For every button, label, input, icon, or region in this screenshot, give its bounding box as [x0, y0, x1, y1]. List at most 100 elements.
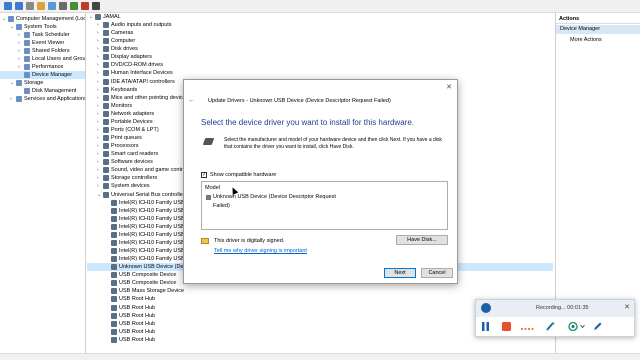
node-icon: [111, 280, 117, 287]
expand-chevron-icon[interactable]: ›: [97, 166, 99, 174]
dialog-title: Update Drivers - Unknown USB Device (Dev…: [208, 98, 391, 104]
collapse-chevron-icon[interactable]: ⌄: [10, 23, 14, 31]
expand-chevron-icon[interactable]: ›: [18, 39, 20, 47]
actions-device-manager[interactable]: Device Manager: [556, 25, 640, 34]
expand-chevron-icon[interactable]: ›: [97, 182, 99, 190]
have-disk-button[interactable]: Have Disk...: [396, 235, 448, 245]
node-icon: [111, 231, 117, 238]
back-arrow-icon[interactable]: ←: [188, 97, 195, 104]
up-icon[interactable]: [26, 2, 34, 10]
expand-chevron-icon[interactable]: ›: [18, 31, 20, 39]
console-tree-row[interactable]: ⌄ System Tools: [0, 23, 85, 31]
expand-chevron-icon[interactable]: ›: [97, 110, 99, 118]
next-button[interactable]: Next: [384, 268, 416, 278]
expand-chevron-icon[interactable]: ›: [97, 37, 99, 45]
node-icon: [103, 102, 109, 109]
signed-driver-icon: [201, 238, 209, 244]
expand-chevron-icon[interactable]: ›: [10, 95, 12, 103]
device-tree-row[interactable]: ⌄ JAMAL: [87, 13, 553, 21]
expand-chevron-icon[interactable]: ›: [97, 45, 99, 53]
expand-chevron-icon[interactable]: ›: [97, 142, 99, 150]
device-tree-row[interactable]: › Human Interface Devices: [87, 69, 553, 77]
properties-icon[interactable]: [37, 2, 45, 10]
console-tree-label: Device Manager: [32, 72, 73, 78]
expand-chevron-icon[interactable]: ›: [97, 21, 99, 29]
node-icon: [16, 24, 22, 30]
more-actions-link[interactable]: More Actions: [570, 36, 602, 45]
collapse-chevron-icon[interactable]: ⌄: [10, 79, 14, 87]
cancel-button[interactable]: Cancel: [421, 268, 453, 278]
expand-chevron-icon[interactable]: ›: [97, 94, 99, 102]
show-compatible-checkbox[interactable]: ✓: [201, 172, 207, 178]
console-tree-label: Performance: [32, 64, 64, 70]
device-tree-row[interactable]: USB Mass Storage Device: [87, 287, 553, 295]
webcam-icon[interactable]: [568, 321, 578, 332]
expand-chevron-icon[interactable]: ›: [18, 63, 20, 71]
update-drivers-dialog: ✕ ← Update Drivers - Unknown USB Device …: [183, 79, 458, 284]
expand-chevron-icon[interactable]: ›: [97, 78, 99, 86]
device-tree-row[interactable]: › DVD/CD-ROM drives: [87, 61, 553, 69]
back-icon[interactable]: [4, 2, 12, 10]
device-tree-label: Software devices: [111, 159, 153, 166]
pause-icon[interactable]: [482, 322, 489, 331]
expand-chevron-icon[interactable]: ›: [97, 86, 99, 94]
node-icon: [103, 86, 109, 93]
uninstall-icon[interactable]: [81, 2, 89, 10]
draw-icon[interactable]: [546, 322, 555, 331]
console-tree-row[interactable]: › Shared Folders: [0, 47, 85, 55]
mmc-toolbar: [0, 0, 640, 13]
expand-chevron-icon[interactable]: ›: [97, 53, 99, 61]
node-icon: [111, 328, 117, 335]
console-tree-row[interactable]: ⌄ Storage: [0, 79, 85, 87]
expand-chevron-icon[interactable]: ›: [97, 69, 99, 77]
expand-chevron-icon[interactable]: ›: [97, 158, 99, 166]
scan-icon[interactable]: [59, 2, 67, 10]
device-tree-row[interactable]: › Display adapters: [87, 53, 553, 61]
chevron-down-icon[interactable]: [580, 322, 585, 331]
collapse-chevron-icon[interactable]: ⌄: [89, 13, 93, 21]
stop-icon[interactable]: [502, 322, 511, 331]
expand-chevron-icon[interactable]: ›: [18, 47, 20, 55]
console-tree-row[interactable]: › Event Viewer: [0, 39, 85, 47]
console-tree-row[interactable]: › Task Scheduler: [0, 31, 85, 39]
expand-chevron-icon[interactable]: ›: [97, 61, 99, 69]
disable-icon[interactable]: [92, 2, 100, 10]
device-tree-row[interactable]: › Cameras: [87, 29, 553, 37]
close-icon[interactable]: ✕: [624, 303, 630, 311]
model-listbox[interactable]: Model Unknown USB Device (Device Descrip…: [201, 181, 448, 230]
expand-chevron-icon[interactable]: ›: [97, 102, 99, 110]
expand-chevron-icon[interactable]: ›: [97, 174, 99, 182]
console-tree-row[interactable]: Disk Management: [0, 87, 85, 95]
device-tree-label: Audio inputs and outputs: [111, 22, 172, 29]
forward-icon[interactable]: [15, 2, 23, 10]
update-icon[interactable]: [70, 2, 78, 10]
expand-chevron-icon[interactable]: ›: [97, 29, 99, 37]
help-icon[interactable]: [48, 2, 56, 10]
device-tree-row[interactable]: › Disk drives: [87, 45, 553, 53]
expand-chevron-icon[interactable]: ›: [97, 150, 99, 158]
device-tree-row[interactable]: › Audio inputs and outputs: [87, 21, 553, 29]
expand-chevron-icon[interactable]: ›: [97, 126, 99, 134]
driver-signing-link[interactable]: Tell me why driver signing is important: [214, 248, 307, 254]
show-compatible-label[interactable]: Show compatible hardware: [210, 172, 276, 178]
device-tree-label: Monitors: [111, 102, 133, 109]
console-tree-row[interactable]: Device Manager: [0, 71, 85, 79]
pen-icon[interactable]: [593, 322, 602, 331]
console-tree-row[interactable]: › Services and Applications: [0, 95, 85, 103]
collapse-chevron-icon[interactable]: ⌄: [97, 191, 101, 199]
console-tree-row[interactable]: ⌄ Computer Management (Local: [0, 15, 85, 23]
close-icon[interactable]: ✕: [446, 83, 452, 91]
console-tree-row[interactable]: › Performance: [0, 63, 85, 71]
device-tree-label: Universal Serial Bus controllers: [111, 191, 188, 198]
expand-chevron-icon[interactable]: ›: [97, 134, 99, 142]
console-tree-row[interactable]: › Local Users and Groups: [0, 55, 85, 63]
more-dots-icon[interactable]: [521, 322, 535, 331]
device-tree-row[interactable]: › Computer: [87, 37, 553, 45]
device-tree-label: Human Interface Devices: [111, 70, 173, 77]
expand-chevron-icon[interactable]: ›: [18, 55, 20, 63]
expand-chevron-icon[interactable]: ›: [97, 118, 99, 126]
model-list-item[interactable]: Unknown USB Device (Device Descriptor Re…: [204, 193, 354, 209]
collapse-chevron-icon[interactable]: ⌄: [2, 15, 6, 23]
node-icon: [111, 264, 117, 271]
node-icon: [111, 320, 117, 327]
